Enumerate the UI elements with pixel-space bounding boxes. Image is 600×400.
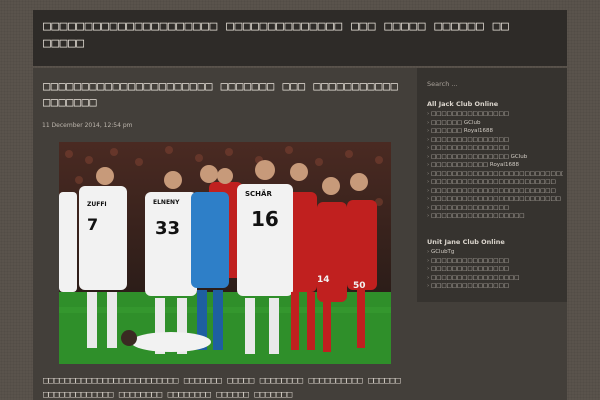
jersey-number-2: 33 — [155, 218, 180, 239]
jersey-name-1: ZUFFI — [87, 201, 107, 208]
widget-link[interactable]: □□□□□□□□□□□□□□□□□□□□□□□□ — [427, 178, 563, 187]
jersey-number-1: 7 — [87, 215, 98, 234]
site-header: □□□□□□□□□□□□□□□□□□□□□ □□□□□□□□□□□□□□ □□□… — [33, 10, 567, 66]
widget-link[interactable]: □□□□□□□□□□□□□□□□□ — [427, 274, 563, 283]
widget-list-all-jack: □□□□□□□□□□□□□□□ □□□□□□ GClub □□□□□□ Roya… — [427, 110, 563, 221]
widget-title-all-jack: All Jack Club Online — [427, 100, 499, 108]
football-photo: ZUFFI 7 ELNENY 33 SCHÄR 16 14 50 — [59, 142, 391, 364]
site-wrapper: □□□□□□□□□□□□□□□□□□□□□ □□□□□□□□□□□□□□ □□□… — [33, 10, 567, 400]
post-excerpt: □□□□□□□□□□□□□□□□□□□□□□□□□ □□□□□□□ □□□□□ … — [43, 376, 401, 400]
post-title[interactable]: □□□□□□□□□□□□□□□□□□□□□□ □□□□□□□ □□□ □□□□□… — [43, 78, 403, 110]
widget-link[interactable]: □□□□□□□□□□□ Royal1688 — [427, 161, 563, 170]
widget-link[interactable]: □□□□□□ Royal1688 — [427, 127, 563, 136]
jersey-name-2: ELNENY — [153, 199, 180, 206]
search-input[interactable]: Search ... — [425, 76, 499, 92]
site-title[interactable]: □□□□□□□□□□□□□□□□□□□□□ □□□□□□□□□□□□□□ □□□… — [43, 18, 513, 52]
widget-link[interactable]: □□□□□□□□□□□□□□□ — [427, 144, 563, 153]
widget-link[interactable]: □□□□□□□□□□□□□□□ — [427, 110, 563, 119]
jersey-number-3: 16 — [251, 207, 279, 231]
widget-link[interactable]: □□□□□□□□□□□□□□□□□□□□□□□□ — [427, 187, 563, 196]
jersey-name-3: SCHÄR — [245, 189, 272, 198]
widget-link[interactable]: □□□□□□□□□□□□□□□ — [427, 136, 563, 145]
widget-title-unit-jane: Unit Jane Club Online — [427, 238, 505, 246]
post-date[interactable]: 11 December 2014, 12:54 pm — [42, 122, 133, 129]
widget-link[interactable]: □□□□□□□□□□□□□□□ — [427, 265, 563, 274]
widget-link[interactable]: □□□□□□□□□□□□□□□ — [427, 204, 563, 213]
widget-list-unit-jane: GClubTg □□□□□□□□□□□□□□□ □□□□□□□□□□□□□□□ … — [427, 248, 563, 291]
widget-link[interactable]: □□□□□□□□□□□□□□□ — [427, 282, 563, 291]
shorts-number-1: 14 — [317, 275, 330, 285]
widget-link[interactable]: □□□□□□□□□□□□□□□ GClub — [427, 153, 563, 162]
widget-link[interactable]: □□□□□□ GClub — [427, 119, 563, 128]
shorts-number-2: 50 — [353, 281, 366, 291]
widget-link[interactable]: □□□□□□□□□□□□□□□□□□□□□□□□□ — [427, 195, 563, 204]
post-featured-image[interactable]: ZUFFI 7 ELNENY 33 SCHÄR 16 14 50 — [59, 142, 391, 364]
widget-link[interactable]: □□□□□□□□□□□□□□□□□□ — [427, 212, 563, 221]
widget-link[interactable]: GClubTg — [427, 248, 563, 257]
widget-link[interactable]: □□□□□□□□□□□□□□□□□□□□□□□□□□ — [427, 170, 563, 179]
widget-link[interactable]: □□□□□□□□□□□□□□□ — [427, 257, 563, 266]
sidebar: Search ... All Jack Club Online □□□□□□□□… — [417, 68, 567, 302]
